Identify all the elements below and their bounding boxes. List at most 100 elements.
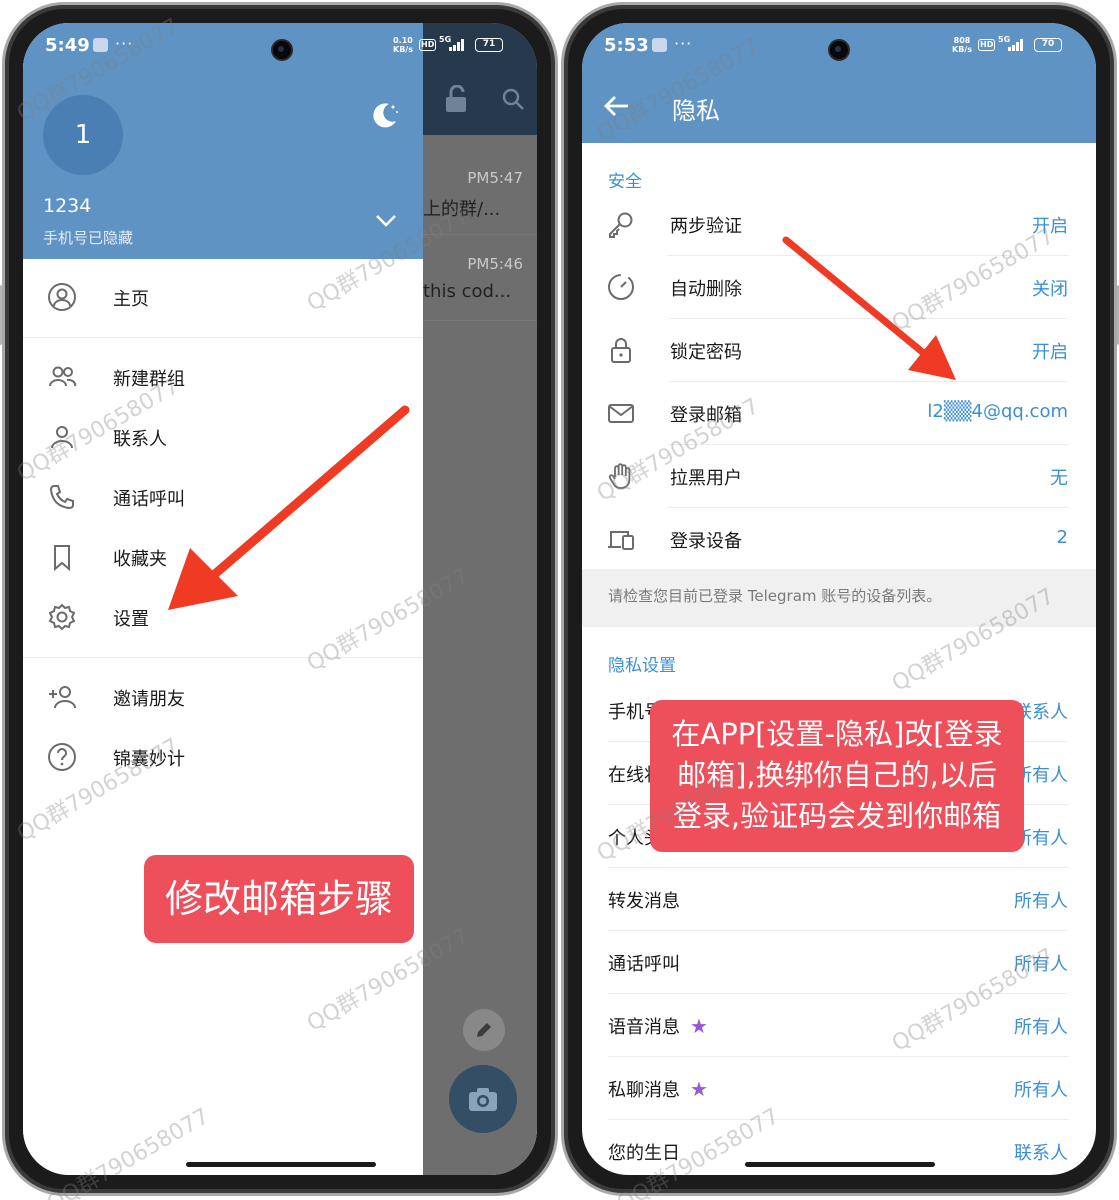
hd-badge: HD bbox=[978, 39, 996, 51]
row-auto-delete[interactable]: 自动删除 关闭 bbox=[582, 256, 1096, 319]
battery-icon: 71 bbox=[475, 38, 503, 52]
camera-button[interactable] bbox=[449, 1065, 517, 1133]
row-private-messages[interactable]: 私聊消息 ★ 所有人 bbox=[582, 1057, 1096, 1120]
devices-info-text: 请检查您目前已登录 Telegram 账号的设备列表。 bbox=[582, 569, 1096, 627]
chat-row[interactable]: PM5:46 this cod... bbox=[423, 235, 537, 321]
chat-snippet: 上的群/... bbox=[423, 199, 501, 220]
unlock-icon[interactable] bbox=[443, 84, 469, 117]
pencil-icon bbox=[477, 1023, 491, 1037]
user-name: 1234 bbox=[43, 195, 92, 217]
screen-left: PM5:47 上的群/... PM5:46 this cod... 5:49 ·… bbox=[23, 23, 537, 1175]
status-time: 5:53 bbox=[604, 35, 649, 56]
network-speed: 0.10 KB/s bbox=[393, 36, 413, 54]
home-indicator[interactable] bbox=[186, 1162, 376, 1167]
phone-frame-right: 隐私 5:53 ··· 808 KB/s HD 5G 70 安全 两步验证 开启 … bbox=[561, 2, 1119, 1196]
night-mode-moon-icon[interactable] bbox=[369, 99, 401, 135]
row-voice-messages[interactable]: 语音消息 ★ 所有人 bbox=[582, 994, 1096, 1057]
bookmark-icon bbox=[54, 545, 70, 572]
drawer-item-invite[interactable]: 邀请朋友 bbox=[23, 669, 423, 725]
contact-icon bbox=[51, 426, 73, 449]
app-notification-icon bbox=[93, 38, 108, 52]
row-two-step-verification[interactable]: 两步验证 开启 bbox=[582, 193, 1096, 256]
row-value: 关闭 bbox=[1032, 279, 1068, 300]
compose-button[interactable] bbox=[463, 1009, 505, 1051]
row-value: 无 bbox=[1050, 468, 1068, 489]
home-indicator[interactable] bbox=[745, 1162, 935, 1167]
drawer-item-label: 主页 bbox=[113, 289, 149, 310]
drawer-item-label: 邀请朋友 bbox=[113, 689, 185, 710]
status-time: 5:49 bbox=[45, 35, 90, 56]
row-label: 通话呼叫 bbox=[608, 954, 680, 975]
callout-title: 修改邮箱步骤 bbox=[144, 855, 414, 943]
callout-instructions: 在APP[设置-隐私]改[登录 邮箱],换绑你自己的,以后 登录,验证码会发到你… bbox=[650, 700, 1024, 852]
drawer-item-label: 收藏夹 bbox=[113, 549, 167, 570]
chat-row[interactable]: PM5:47 上的群/... bbox=[423, 149, 537, 235]
row-label: 您的生日 bbox=[608, 1143, 680, 1164]
divider bbox=[23, 657, 423, 658]
row-label: 两步验证 bbox=[670, 216, 742, 237]
front-camera bbox=[271, 39, 293, 61]
row-value: l2▒▒4@qq.com bbox=[927, 401, 1068, 422]
row-label: 私聊消息 ★ bbox=[608, 1077, 708, 1101]
page-title: 隐私 bbox=[672, 97, 720, 125]
row-login-email[interactable]: 登录邮箱 l2▒▒4@qq.com bbox=[582, 382, 1096, 445]
hd-badge: HD bbox=[419, 39, 437, 51]
row-value: 所有人 bbox=[1014, 1080, 1068, 1101]
row-label: 转发消息 bbox=[608, 891, 680, 912]
row-label: 语音消息 ★ bbox=[608, 1014, 708, 1038]
row-label: 拉黑用户 bbox=[670, 468, 742, 489]
key-icon bbox=[609, 212, 633, 238]
drawer-item-new-group[interactable]: 新建群组 bbox=[23, 349, 423, 405]
drawer-item-contacts[interactable]: 联系人 bbox=[23, 409, 423, 465]
profile-icon bbox=[48, 283, 76, 311]
row-calls[interactable]: 通话呼叫 所有人 bbox=[582, 931, 1096, 994]
row-label: 锁定密码 bbox=[670, 342, 742, 363]
phone-icon bbox=[49, 485, 74, 510]
status-more-dots: ··· bbox=[674, 34, 693, 53]
drawer-item-settings[interactable]: 设置 bbox=[23, 589, 423, 645]
signal-icon bbox=[1008, 39, 1026, 51]
row-value: 联系人 bbox=[1014, 1143, 1068, 1164]
help-icon bbox=[48, 743, 76, 771]
drawer-item-label: 锦囊妙计 bbox=[113, 749, 185, 770]
row-value: 开启 bbox=[1032, 342, 1068, 363]
security-section-title: 安全 bbox=[608, 172, 642, 192]
row-blocked-users[interactable]: 拉黑用户 无 bbox=[582, 445, 1096, 508]
row-value: 所有人 bbox=[1014, 891, 1068, 912]
divider bbox=[23, 337, 423, 338]
row-value: 开启 bbox=[1032, 216, 1068, 237]
row-label: 登录邮箱 bbox=[670, 405, 742, 426]
front-camera bbox=[828, 39, 850, 61]
row-value: 所有人 bbox=[1014, 1017, 1068, 1038]
status-more-dots: ··· bbox=[115, 34, 134, 53]
phone-frame-left: PM5:47 上的群/... PM5:46 this cod... 5:49 ·… bbox=[0, 2, 558, 1196]
mail-icon bbox=[608, 404, 634, 423]
add-person-icon bbox=[49, 686, 76, 709]
search-icon[interactable] bbox=[501, 87, 525, 115]
row-label: 自动删除 bbox=[670, 279, 742, 300]
lock-icon bbox=[611, 338, 631, 363]
drawer-item-saved[interactable]: 收藏夹 bbox=[23, 529, 423, 585]
side-button bbox=[0, 285, 2, 345]
row-value: 所有人 bbox=[1014, 954, 1068, 975]
devices-icon bbox=[608, 531, 634, 550]
row-passcode-lock[interactable]: 锁定密码 开启 bbox=[582, 319, 1096, 382]
premium-star-icon: ★ bbox=[690, 1014, 708, 1038]
phone-status: 手机号已隐藏 bbox=[43, 229, 134, 247]
drawer-item-label: 新建群组 bbox=[113, 369, 185, 390]
group-icon bbox=[49, 366, 77, 387]
avatar[interactable]: 1 bbox=[43, 95, 123, 175]
hand-icon bbox=[608, 463, 631, 489]
chevron-down-icon[interactable] bbox=[375, 213, 397, 232]
signal-icon bbox=[449, 39, 467, 51]
gear-icon bbox=[48, 603, 76, 631]
chat-snippet: this cod... bbox=[423, 281, 512, 302]
drawer-item-calls[interactable]: 通话呼叫 bbox=[23, 469, 423, 525]
row-devices[interactable]: 登录设备 2 bbox=[582, 508, 1096, 571]
row-forwarded-messages[interactable]: 转发消息 所有人 bbox=[582, 868, 1096, 931]
drawer-item-home[interactable]: 主页 bbox=[23, 269, 423, 325]
chat-time: PM5:47 bbox=[467, 169, 523, 187]
back-arrow-icon[interactable] bbox=[604, 95, 630, 121]
drawer-item-tips[interactable]: 锦囊妙计 bbox=[23, 729, 423, 785]
screen-right: 隐私 5:53 ··· 808 KB/s HD 5G 70 安全 两步验证 开启 … bbox=[582, 23, 1096, 1175]
